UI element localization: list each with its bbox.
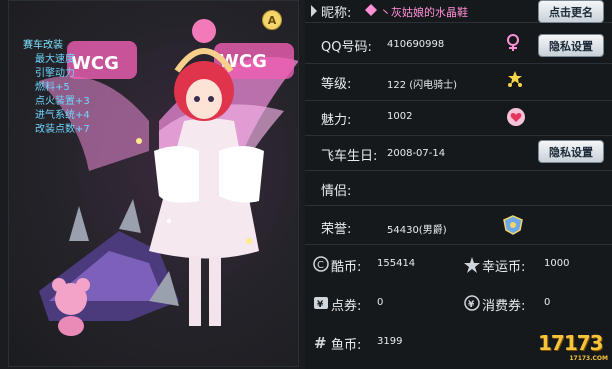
tuning-stat-line: 燃料+5 xyxy=(35,82,70,93)
qq-value: 410690998 xyxy=(387,39,445,50)
voucher-label: 点券: xyxy=(331,299,362,314)
partner-label: 情侣: xyxy=(321,184,352,199)
nickname-label: 昵称: xyxy=(321,6,352,21)
level-row: 等级: 122 (闪电骑士) xyxy=(305,64,612,101)
birthday-row: 飞车生日: 2008-07-14 隐私设置 xyxy=(305,136,612,171)
avatar-preview: WCG WCG 赛车改装 最大速度 引擎动力 燃料+5 点火装置+3 进气系统+… xyxy=(8,0,299,367)
honor-row: 荣誉: 54430(男爵) xyxy=(305,206,612,245)
privacy-settings-button[interactable]: 隐私设置 xyxy=(538,140,604,163)
fish-coin-value: 3199 xyxy=(377,336,403,347)
cool-coin-value: 155414 xyxy=(377,258,416,269)
nickname-value: 丶灰姑娘的水晶鞋 xyxy=(380,6,468,19)
lucky-coin-value: 1000 xyxy=(544,258,570,269)
cool-coin-icon: C xyxy=(313,256,329,272)
charm-label: 魅力: xyxy=(321,113,352,128)
a-rank-badge[interactable]: A xyxy=(262,10,282,30)
avatar-panel: WCG WCG 赛车改装 最大速度 引擎动力 燃料+5 点火装置+3 进气系统+… xyxy=(0,0,305,369)
level-label: 等级: xyxy=(321,77,352,92)
baron-badge-icon xyxy=(502,214,524,236)
tuning-stat-line: 改装点数+7 xyxy=(35,124,90,135)
nickname-row: 昵称: 丶灰姑娘的水晶鞋 点击更名 xyxy=(305,0,612,23)
birthday-value: 2008-07-14 xyxy=(387,148,446,159)
heart-icon xyxy=(506,107,526,127)
svg-text:¥: ¥ xyxy=(468,300,475,310)
consume-coupon-value: 0 xyxy=(544,297,551,308)
diamond-icon xyxy=(365,4,377,16)
voucher-icon: ¥ xyxy=(313,295,329,311)
tuning-stats-title: 赛车改装 xyxy=(23,40,63,51)
partner-row: 情侣: xyxy=(305,171,612,206)
consume-coupon-label: 消费券: xyxy=(482,299,526,314)
lucky-coin-label: 幸运币: xyxy=(482,260,526,275)
tuning-stat-line: 引擎动力 xyxy=(35,68,75,79)
arrow-right-icon xyxy=(311,5,317,17)
rename-button[interactable]: 点击更名 xyxy=(538,0,604,23)
honor-value: 54430(男爵) xyxy=(387,225,447,236)
fish-coin-icon: # xyxy=(313,334,329,350)
tuning-stat-line: 最大速度 xyxy=(35,54,75,65)
tuning-stat-line: 进气系统+4 xyxy=(35,110,90,121)
qq-label: QQ号码: xyxy=(321,40,372,55)
level-value: 122 (闪电骑士) xyxy=(387,80,458,91)
voucher-value: 0 xyxy=(377,297,384,308)
charm-row: 魅力: 1002 xyxy=(305,101,612,136)
svg-text:¥: ¥ xyxy=(317,300,324,310)
watermark-text: 17173 xyxy=(538,331,604,355)
honor-label: 荣誉: xyxy=(321,222,352,237)
site-watermark-logo: 17173 17173.COM xyxy=(538,331,608,365)
star-icon xyxy=(464,257,480,273)
level-stars-icon xyxy=(506,70,524,88)
tuning-stat-line: 点火装置+3 xyxy=(35,96,90,107)
svg-text:C: C xyxy=(317,260,324,271)
consume-coupon-icon: ¥ xyxy=(464,295,480,311)
qq-row: QQ号码: 410690998 隐私设置 xyxy=(305,23,612,64)
svg-text:#: # xyxy=(314,334,327,350)
tuning-stats: 赛车改装 最大速度 引擎动力 燃料+5 点火装置+3 进气系统+4 改装点数+7 xyxy=(23,39,90,137)
privacy-settings-button[interactable]: 隐私设置 xyxy=(538,34,604,57)
charm-value: 1002 xyxy=(387,111,413,122)
birthday-label: 飞车生日: xyxy=(321,149,378,164)
fish-coin-label: 鱼币: xyxy=(331,338,362,353)
watermark-subtext: 17173.COM xyxy=(569,355,608,362)
cool-coin-label: 酷币: xyxy=(331,260,362,275)
gender-female-icon xyxy=(505,34,521,52)
